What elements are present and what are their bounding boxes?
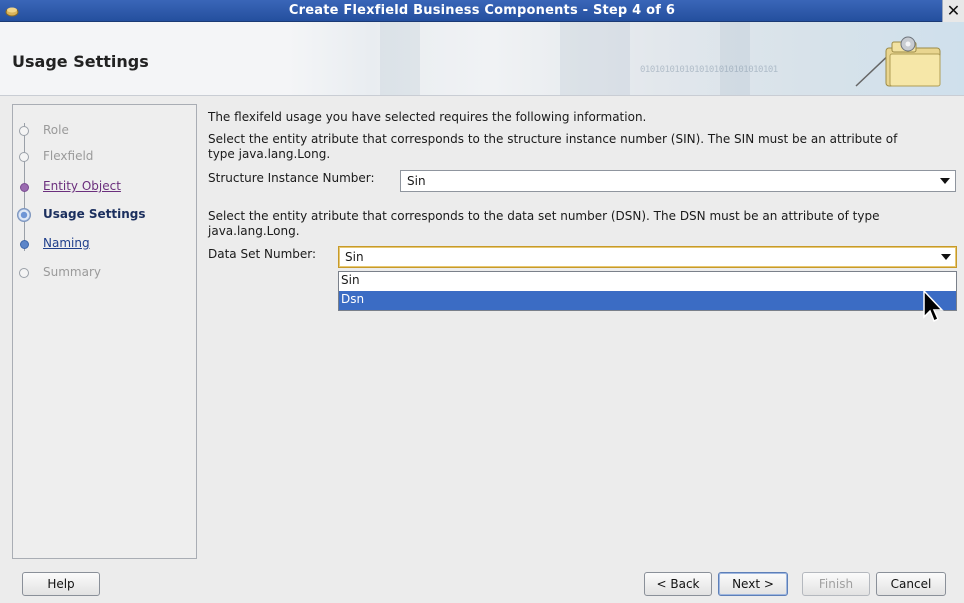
wizard-dialog: Create Flexfield Business Components - S… <box>0 0 964 603</box>
sin-label: Structure Instance Number: <box>208 171 375 185</box>
page-title: Usage Settings <box>12 52 149 71</box>
step-flexfield: Flexfield <box>13 147 196 167</box>
back-button-label: < Back <box>656 577 700 591</box>
step-label: Flexfield <box>43 149 94 163</box>
finish-button-label: Finish <box>818 577 854 591</box>
window-title: Create Flexfield Business Components - S… <box>288 3 676 18</box>
next-button[interactable]: Next > <box>718 572 788 596</box>
banner-stripe <box>720 22 750 95</box>
step-label: Role <box>43 123 69 137</box>
dsn-combobox[interactable]: Sin <box>338 246 957 268</box>
step-label[interactable]: Naming <box>43 236 90 250</box>
dropdown-option-dsn[interactable]: Dsn <box>339 291 956 310</box>
dsn-dropdown-list: Sin Dsn <box>338 271 957 311</box>
step-naming[interactable]: Naming <box>13 234 196 254</box>
step-entity-object[interactable]: Entity Object <box>13 177 196 197</box>
back-button[interactable]: < Back <box>644 572 712 596</box>
banner-binary-text: 0101010101010101010101010101 <box>640 65 778 75</box>
chevron-down-icon[interactable] <box>940 178 950 184</box>
step-label[interactable]: Entity Object <box>43 179 121 193</box>
step-label: Summary <box>43 265 101 279</box>
folder-gear-wizard-icon <box>855 36 941 87</box>
help-button[interactable]: Help <box>22 572 100 596</box>
step-summary: Summary <box>13 263 196 283</box>
banner-stripe <box>380 22 420 95</box>
sin-combobox[interactable]: Sin <box>400 170 956 192</box>
cancel-button[interactable]: Cancel <box>876 572 946 596</box>
step-dot-icon <box>19 268 29 278</box>
finish-button: Finish <box>802 572 870 596</box>
sin-description-line1: Select the entity atribute that correspo… <box>208 132 898 146</box>
cancel-button-label: Cancel <box>890 577 932 591</box>
current-step-icon <box>17 208 31 222</box>
step-role: Role <box>13 121 196 141</box>
chevron-down-icon[interactable] <box>941 254 951 260</box>
step-dot-icon <box>20 240 29 249</box>
mouse-pointer-icon <box>923 289 944 323</box>
step-dot-icon <box>19 126 29 136</box>
step-dot-icon <box>20 183 29 192</box>
dsn-selected-value: Sin <box>345 250 364 264</box>
title-bar[interactable]: Create Flexfield Business Components - S… <box>0 0 964 22</box>
wizard-header: Usage Settings 0101010101010101010101010… <box>0 22 964 96</box>
dsn-description-line2: java.lang.Long. <box>208 224 300 238</box>
dsn-description-line1: Select the entity atribute that correspo… <box>208 209 880 223</box>
dropdown-option-sin[interactable]: Sin <box>339 272 956 291</box>
step-usage-settings: Usage Settings <box>13 205 196 225</box>
intro-text: The flexifeld usage you have selected re… <box>208 110 647 124</box>
sin-description-line2: type java.lang.Long. <box>208 147 331 161</box>
sin-selected-value: Sin <box>407 174 426 188</box>
wizard-steps-panel: Role Flexfield Entity Object Usage Setti… <box>12 104 197 559</box>
banner-stripe <box>560 22 630 95</box>
close-icon[interactable]: ✕ <box>942 0 964 22</box>
dsn-label: Data Set Number: <box>208 247 317 261</box>
help-button-label: Help <box>47 577 75 591</box>
next-button-label: Next > <box>732 577 774 591</box>
step-label: Usage Settings <box>43 207 146 221</box>
step-dot-icon <box>19 152 29 162</box>
